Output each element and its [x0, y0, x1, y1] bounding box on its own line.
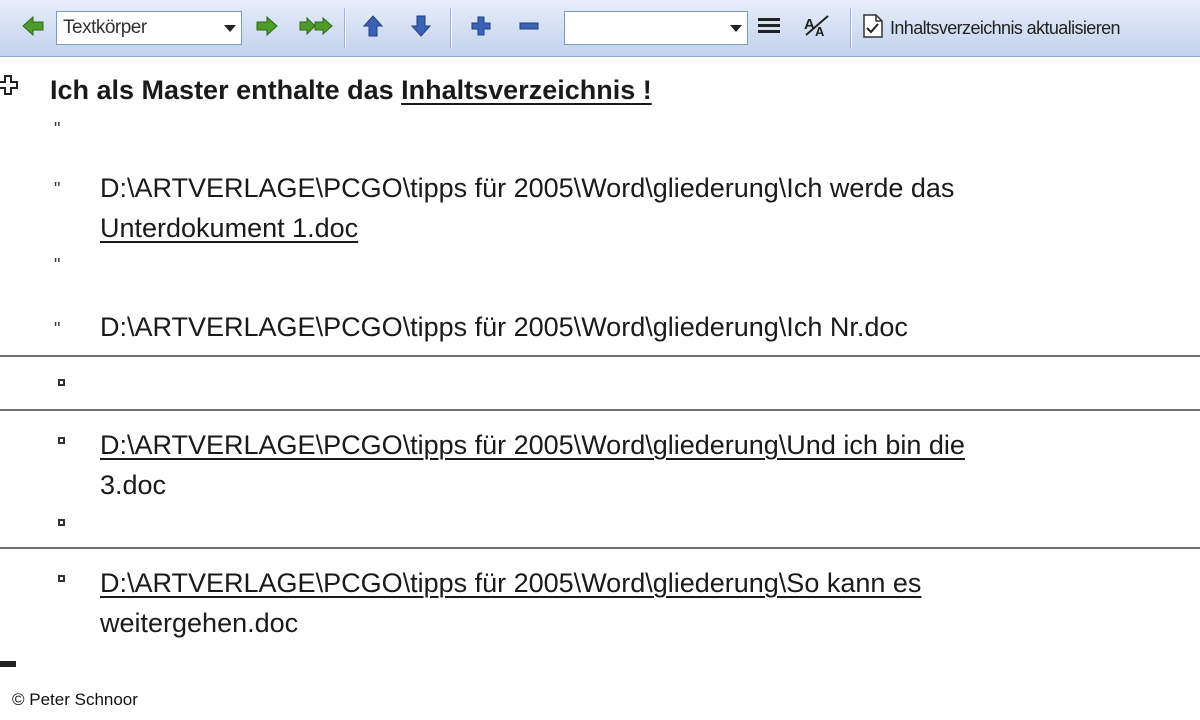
move-up-button[interactable]	[356, 9, 390, 47]
chevron-down-icon[interactable]	[725, 12, 747, 44]
subdocument-boundary	[0, 355, 1200, 357]
paragraph-marker-icon	[58, 437, 65, 444]
subdocument-4-line2[interactable]: weitergehen.doc	[100, 606, 298, 640]
lines-icon	[756, 15, 782, 42]
master-heading[interactable]: Ich als Master enthalte das Inhaltsverze…	[50, 73, 652, 107]
subdocument-3-line1[interactable]: D:\ARTVERLAGE\PCGO\tipps für 2005\Word\g…	[100, 428, 965, 462]
subdocument-boundary	[0, 547, 1200, 549]
show-first-line-only-button[interactable]	[752, 9, 786, 47]
collapse-icon[interactable]	[0, 661, 16, 667]
subdocument-path: D:\ARTVERLAGE\PCGO\tipps für 2005\Word\g…	[100, 312, 908, 342]
minus-icon	[518, 15, 540, 42]
subdocument-path: Unterdokument 1.doc	[100, 213, 359, 243]
outline-level-value: Textkörper	[63, 17, 147, 38]
subdocument-2-line1[interactable]: D:\ARTVERLAGE\PCGO\tipps für 2005\Word\g…	[100, 310, 908, 344]
toc-hyperlink[interactable]: Inhaltsverzeichnis !	[401, 75, 652, 105]
arrow-down-icon	[410, 14, 432, 43]
move-down-button[interactable]	[404, 9, 438, 47]
body-text-marker: "	[54, 179, 61, 199]
arrow-right-green-icon	[254, 13, 280, 44]
body-text-marker: "	[54, 119, 61, 139]
collapse-button[interactable]	[512, 9, 546, 47]
arrow-up-icon	[362, 14, 384, 43]
subdocument-3-line2[interactable]: 3.doc	[100, 468, 166, 502]
subdocument-path: D:\ARTVERLAGE\PCGO\tipps für 2005\Word\g…	[100, 173, 955, 203]
subdocument-boundary	[0, 409, 1200, 411]
show-formatting-button[interactable]: AA	[800, 9, 834, 47]
paragraph-marker-icon	[58, 379, 65, 386]
subdocument-4-line1[interactable]: D:\ARTVERLAGE\PCGO\tipps für 2005\Word\g…	[100, 566, 921, 600]
formatting-icon: AA	[802, 13, 832, 44]
outline-level-select[interactable]: Textkörper	[56, 11, 242, 45]
update-toc-button[interactable]: Inhaltsverzeichnis aktualisieren	[862, 11, 1121, 45]
svg-text:A: A	[804, 16, 815, 33]
photo-credit: © Peter Schnoor	[8, 689, 142, 711]
subdocument-1-line1[interactable]: D:\ARTVERLAGE\PCGO\tipps für 2005\Word\g…	[100, 171, 954, 205]
demote-to-body-button[interactable]	[296, 9, 336, 47]
expand-button[interactable]	[464, 9, 498, 47]
document-icon	[862, 13, 884, 44]
paragraph-marker-icon	[58, 519, 65, 526]
body-text-marker: "	[54, 319, 61, 339]
master-heading-text: Ich als Master enthalte das	[50, 75, 402, 105]
subdocument-hyperlink[interactable]: D:\ARTVERLAGE\PCGO\tipps für 2005\Word\g…	[100, 430, 965, 460]
expand-heading-icon[interactable]	[0, 75, 18, 95]
chevron-down-icon[interactable]	[219, 12, 241, 44]
subdocument-1-line2[interactable]: Unterdokument 1.doc	[100, 211, 358, 245]
demote-button[interactable]	[250, 9, 284, 47]
promote-button[interactable]	[16, 9, 50, 47]
plus-icon	[470, 15, 492, 42]
double-arrow-right-icon	[299, 13, 333, 44]
arrow-left-green-icon	[20, 13, 46, 44]
paragraph-marker-icon	[58, 575, 65, 582]
body-text-marker: "	[54, 255, 61, 275]
show-level-select[interactable]	[564, 11, 748, 45]
subdocument-path: 3.doc	[100, 470, 167, 500]
subdocument-hyperlink[interactable]: D:\ARTVERLAGE\PCGO\tipps für 2005\Word\g…	[100, 568, 921, 598]
document-area: Ich als Master enthalte das Inhaltsverze…	[0, 57, 1200, 720]
update-toc-label: Inhaltsverzeichnis aktualisieren	[890, 17, 1121, 38]
outlining-toolbar: Textkörper A A Inhaltsverzeichnis aktual…	[0, 0, 1200, 57]
subdocument-path: weitergehen.doc	[100, 608, 299, 638]
